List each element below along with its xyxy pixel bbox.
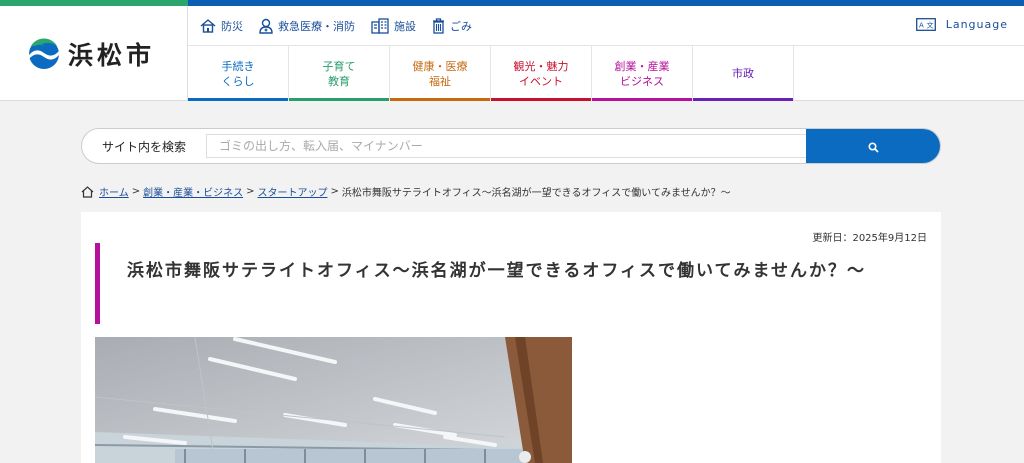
util-label: 救急医療・消防 xyxy=(278,19,355,33)
util-link-emergency[interactable]: 救急医療・消防 xyxy=(259,18,355,34)
breadcrumb-separator: > xyxy=(131,186,141,197)
nav-item-health[interactable]: 健康・医療 福祉 xyxy=(390,46,491,101)
global-nav: 手続き くらし 子育て 教育 健康・医療 福祉 観光・魅力 イベント 創業・産業… xyxy=(188,46,794,101)
site-logo[interactable]: 浜松市 xyxy=(0,6,188,101)
nav-item-procedures[interactable]: 手続き くらし xyxy=(188,46,289,101)
util-link-facilities[interactable]: 施設 xyxy=(371,17,416,34)
translate-icon: A文 xyxy=(915,18,936,31)
doctor-icon xyxy=(259,18,273,34)
nav-label-line2: 教育 xyxy=(328,74,350,88)
building-icon xyxy=(371,17,389,34)
nav-item-tourism[interactable]: 観光・魅力 イベント xyxy=(491,46,592,101)
nav-label-line1: 創業・産業 xyxy=(614,59,670,73)
nav-color-bar xyxy=(693,98,793,101)
logo-text: 浜松市 xyxy=(68,40,156,70)
office-photo xyxy=(95,337,572,463)
util-link-disaster[interactable]: 防災 xyxy=(200,18,243,34)
nav-label-line1: 子育て xyxy=(322,59,356,73)
nav-label-line1: 市政 xyxy=(732,67,754,80)
util-link-garbage[interactable]: ごみ xyxy=(432,17,472,34)
nav-label-line2: ビジネス xyxy=(620,74,664,88)
util-label: 施設 xyxy=(394,19,416,33)
hamamatsu-logo-icon xyxy=(29,37,59,69)
breadcrumb-business-link[interactable]: 創業・産業・ビジネス xyxy=(143,184,243,199)
language-button[interactable]: A文 Language xyxy=(915,18,1008,31)
search-button[interactable] xyxy=(806,129,940,163)
nav-color-bar xyxy=(188,98,288,101)
title-accent-bar xyxy=(95,243,100,324)
main-content: 更新日：2025年9月12日 浜松市舞阪サテライトオフィス～浜名湖が一望できるオ… xyxy=(81,212,941,463)
util-label: 防災 xyxy=(221,19,243,33)
breadcrumb-home-link[interactable]: ホーム xyxy=(99,184,129,199)
site-search: サイト内を検索 xyxy=(81,128,941,164)
search-icon xyxy=(867,141,879,153)
language-label: Language xyxy=(945,18,1008,31)
nav-item-city-admin[interactable]: 市政 xyxy=(693,46,794,101)
breadcrumb-startup-link[interactable]: スタートアップ xyxy=(257,184,327,199)
updated-date: 更新日：2025年9月12日 xyxy=(812,233,927,244)
svg-text:文: 文 xyxy=(926,21,934,30)
nav-label-line1: 手続き xyxy=(221,59,255,73)
office-interior-image xyxy=(95,337,572,463)
site-header: 浜松市 防災 救急医療・消防 施設 ごみ A文 Language 手続き くらし xyxy=(0,6,1024,101)
nav-color-bar xyxy=(289,98,389,101)
nav-label-line1: 健康・医療 xyxy=(412,59,468,73)
trash-icon xyxy=(433,17,444,34)
house-icon xyxy=(200,18,216,33)
page-title: 浜松市舞阪サテライトオフィス～浜名湖が一望できるオフィスで働いてみませんか？～ xyxy=(127,261,866,281)
utility-bar: 防災 救急医療・消防 施設 ごみ A文 Language xyxy=(188,6,1024,46)
breadcrumb-separator: > xyxy=(246,186,255,197)
search-label: サイト内を検索 xyxy=(101,139,186,154)
breadcrumb-current: 浜松市舞阪サテライトオフィス～浜名湖が一望できるオフィスで働いてみませんか？～ xyxy=(341,188,731,199)
nav-label-line1: 観光・魅力 xyxy=(513,59,569,73)
nav-color-bar xyxy=(390,98,490,101)
home-icon xyxy=(81,185,94,198)
nav-color-bar xyxy=(491,98,591,101)
nav-item-childcare[interactable]: 子育て 教育 xyxy=(289,46,390,101)
nav-color-bar xyxy=(592,98,692,101)
util-label: ごみ xyxy=(450,19,472,33)
breadcrumb-separator: > xyxy=(330,186,339,197)
nav-label-line2: 福祉 xyxy=(429,74,451,88)
breadcrumb: ホーム > 創業・産業・ビジネス > スタートアップ > 浜松市舞阪サテライトオ… xyxy=(81,184,731,199)
nav-item-business[interactable]: 創業・産業 ビジネス xyxy=(592,46,693,101)
nav-label-line2: くらし xyxy=(221,74,255,88)
nav-label-line2: イベント xyxy=(519,74,563,88)
svg-text:A: A xyxy=(919,22,925,30)
search-input[interactable] xyxy=(206,134,808,158)
